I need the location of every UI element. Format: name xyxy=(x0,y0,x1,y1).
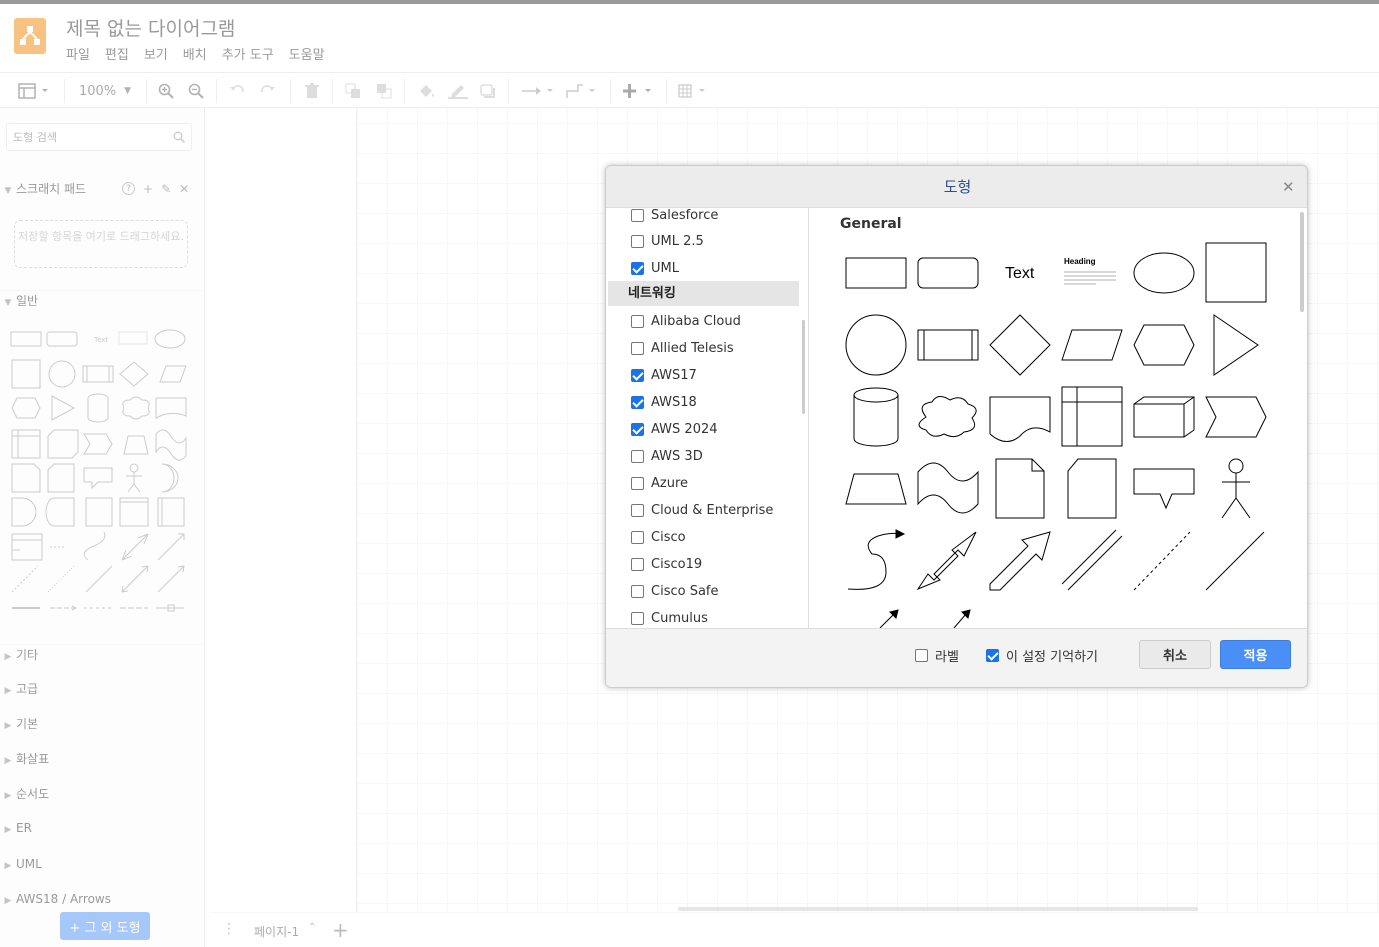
general-preview-shapes: Text Heading xyxy=(845,242,1267,628)
library-item-cisco[interactable]: Cisco xyxy=(631,527,686,547)
checkbox[interactable] xyxy=(631,449,644,463)
library-group-networking: 네트워킹 xyxy=(608,281,799,306)
preview-scrollbar[interactable] xyxy=(1300,212,1304,312)
library-item-aws3d[interactable]: AWS 3D xyxy=(631,446,703,466)
checkbox[interactable] xyxy=(631,261,644,275)
checkbox[interactable] xyxy=(631,234,644,248)
checkbox[interactable] xyxy=(631,314,644,328)
library-item-allied-telesis[interactable]: Allied Telesis xyxy=(631,338,734,358)
library-list-scrollbar[interactable] xyxy=(802,320,805,414)
library-item-azure[interactable]: Azure xyxy=(631,473,688,493)
dialog-footer: 라벨 이 설정 기억하기 취소 적용 xyxy=(606,628,1307,687)
checkbox[interactable] xyxy=(631,584,644,598)
library-preview: General Text Heading xyxy=(810,208,1307,628)
apply-button[interactable]: 적용 xyxy=(1220,640,1291,669)
library-item-aws18[interactable]: AWS18 xyxy=(631,392,697,412)
remember-settings-option[interactable]: 이 설정 기억하기 xyxy=(986,645,1098,665)
remember-checkbox[interactable] xyxy=(986,648,999,662)
library-item-alibaba-cloud[interactable]: Alibaba Cloud xyxy=(631,311,741,331)
checkbox[interactable] xyxy=(631,611,644,625)
library-item-uml25[interactable]: UML 2.5 xyxy=(631,231,704,251)
library-item-uml[interactable]: UML xyxy=(631,258,679,278)
checkbox[interactable] xyxy=(631,395,644,409)
library-item-cloud-enterprise[interactable]: Cloud & Enterprise xyxy=(631,500,773,520)
label-checkbox[interactable] xyxy=(915,648,928,662)
library-item-salesforce[interactable]: Salesforce xyxy=(631,208,718,225)
library-item-aws17[interactable]: AWS17 xyxy=(631,365,697,385)
checkbox[interactable] xyxy=(631,557,644,571)
checkbox[interactable] xyxy=(631,476,644,490)
label-option[interactable]: 라벨 xyxy=(915,645,959,665)
dialog-title: 도형 xyxy=(943,178,972,196)
checkbox[interactable] xyxy=(631,530,644,544)
library-item-cisco-safe[interactable]: Cisco Safe xyxy=(631,581,719,601)
checkbox[interactable] xyxy=(631,503,644,517)
dialog-header: 도형 xyxy=(606,166,1307,208)
checkbox[interactable] xyxy=(631,341,644,355)
preview-text-label: Text xyxy=(1005,265,1035,282)
library-item-cisco19[interactable]: Cisco19 xyxy=(631,554,702,574)
shapes-dialog: 도형 ✕ Salesforce UML 2.5 UML 네트워킹 Alibaba… xyxy=(605,165,1308,688)
library-item-cumulus[interactable]: Cumulus xyxy=(631,608,708,628)
checkbox[interactable] xyxy=(631,422,644,436)
cancel-button[interactable]: 취소 xyxy=(1139,640,1211,669)
checkbox[interactable] xyxy=(631,368,644,382)
checkbox[interactable] xyxy=(631,208,644,222)
library-item-aws2024[interactable]: AWS 2024 xyxy=(631,419,718,439)
library-list[interactable]: Salesforce UML 2.5 UML 네트워킹 Alibaba Clou… xyxy=(606,208,809,628)
close-icon[interactable]: ✕ xyxy=(1282,178,1295,196)
preview-heading-label: Heading xyxy=(1064,257,1096,266)
